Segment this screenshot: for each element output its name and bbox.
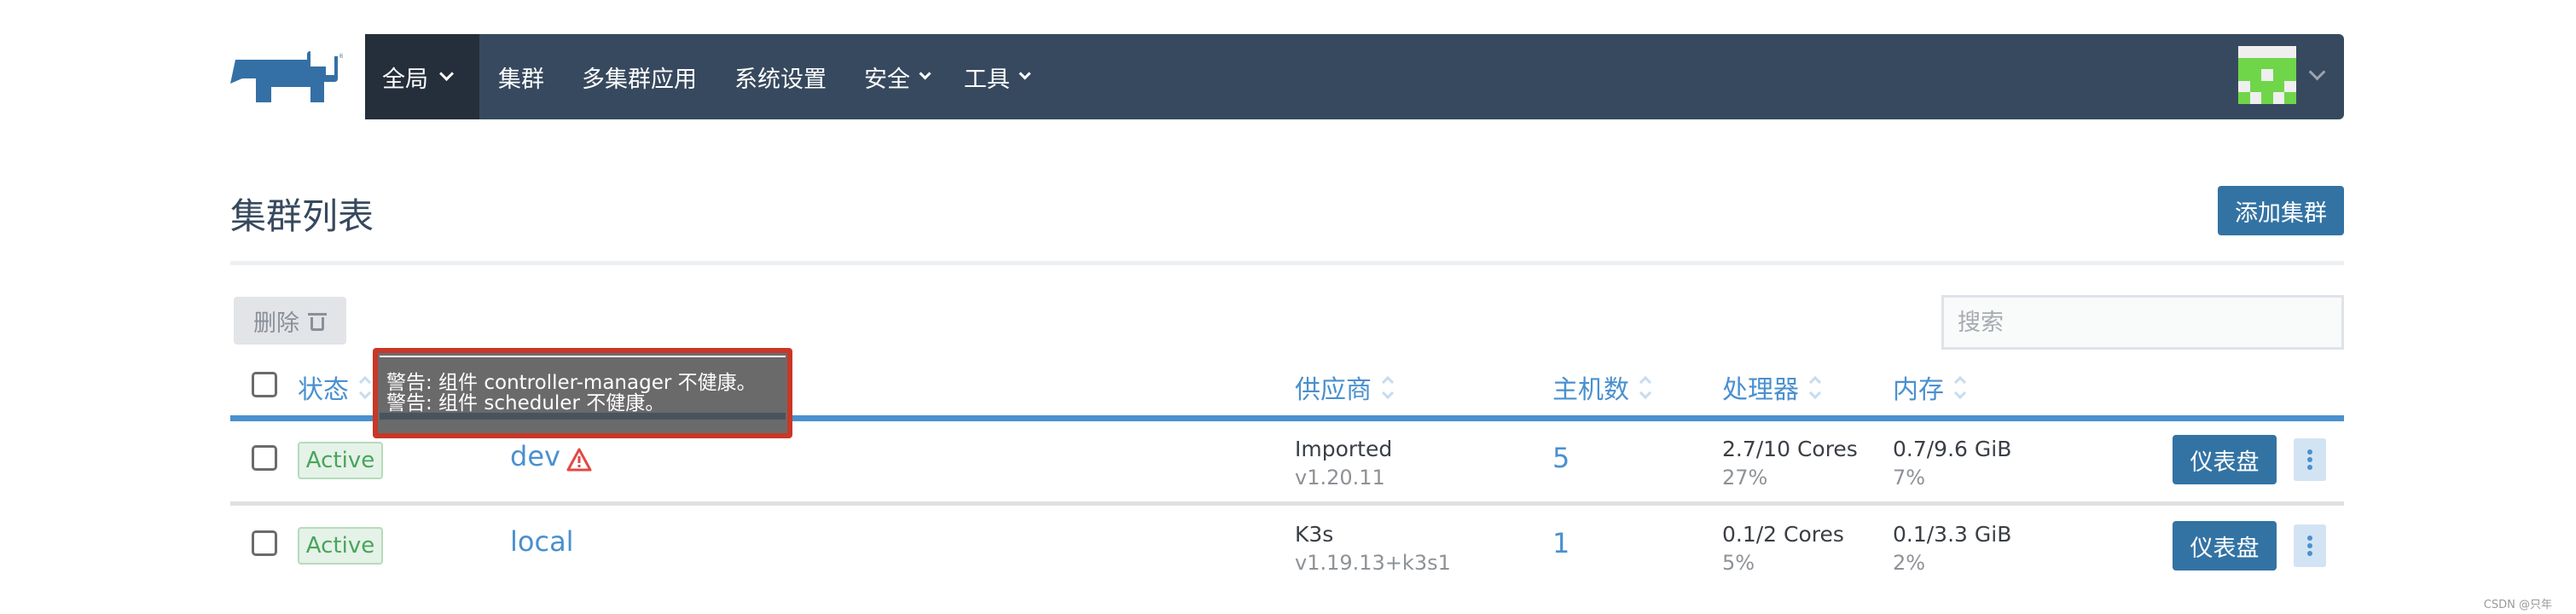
provider: K3s	[1295, 522, 1334, 547]
warning-tooltip: 警告: 组件 controller-manager 不健康。 警告: 组件 sc…	[380, 356, 786, 430]
sort-icon	[1381, 375, 1395, 399]
trash-icon	[308, 310, 327, 331]
nav-tools-label: 工具	[964, 66, 1010, 93]
memory-percent: 2%	[1893, 551, 1926, 575]
nav-global[interactable]: 全局	[365, 34, 479, 119]
avatar[interactable]	[2238, 46, 2296, 104]
sort-icon	[1808, 375, 1822, 399]
nav-settings-label: 系统设置	[734, 66, 827, 93]
nav-tools[interactable]: 工具	[945, 34, 1045, 119]
top-nav: 全局 集群 多集群应用 系统设置 安全 工具	[365, 34, 2344, 119]
status-badge: Active	[298, 527, 383, 565]
column-header-nodes-label: 主机数	[1552, 375, 1629, 405]
svg-text:®: ®	[339, 53, 343, 60]
column-header-state[interactable]: 状态	[298, 368, 372, 406]
cluster-name-link[interactable]: dev	[510, 440, 560, 472]
chevron-down-icon	[1018, 67, 1031, 80]
tooltip-line: 警告: 组件 controller-manager 不健康。	[386, 372, 757, 394]
column-header-provider[interactable]: 供应商	[1295, 368, 1395, 406]
nav-security[interactable]: 安全	[845, 34, 945, 119]
page-title: 集群列表	[230, 195, 374, 237]
sort-icon	[1639, 375, 1652, 399]
chevron-down-icon	[919, 67, 931, 80]
cpu-percent: 27%	[1722, 466, 1768, 489]
tooltip-line: 警告: 组件 scheduler 不健康。	[386, 392, 665, 414]
warning-triangle-icon[interactable]	[566, 448, 592, 472]
dashboard-button[interactable]: 仪表盘	[2173, 521, 2277, 571]
delete-button[interactable]: 删除	[234, 297, 346, 345]
row-checkbox[interactable]	[252, 530, 277, 556]
search-input[interactable]	[1941, 295, 2344, 350]
column-header-memory-label: 内存	[1893, 375, 1944, 405]
watermark: CSDN @只年	[2483, 599, 2552, 611]
sort-icon	[1953, 375, 1967, 399]
more-actions-button[interactable]	[2294, 438, 2326, 481]
status-badge: Active	[298, 442, 383, 479]
column-header-nodes[interactable]: 主机数	[1552, 368, 1652, 406]
nav-clusters[interactable]: 集群	[479, 34, 563, 119]
rancher-logo-icon[interactable]: ®	[230, 49, 343, 106]
column-header-state-label: 状态	[298, 375, 349, 405]
delete-button-label: 删除	[253, 310, 299, 337]
header-divider	[230, 261, 2344, 265]
row-divider	[230, 501, 2344, 506]
dashboard-button[interactable]: 仪表盘	[2173, 435, 2277, 484]
k8s-version: v1.20.11	[1295, 466, 1385, 489]
add-cluster-button[interactable]: 添加集群	[2218, 186, 2344, 235]
row-checkbox[interactable]	[252, 445, 277, 471]
nav-multi-cluster-apps-label: 多集群应用	[582, 66, 697, 93]
nav-multi-cluster-apps[interactable]: 多集群应用	[563, 34, 716, 119]
memory-percent: 7%	[1893, 466, 1926, 489]
node-count-link[interactable]: 5	[1552, 442, 1569, 474]
cluster-name-link[interactable]: local	[510, 525, 574, 558]
nav-settings[interactable]: 系统设置	[716, 34, 845, 119]
column-header-memory[interactable]: 内存	[1893, 368, 1967, 406]
nav-security-label: 安全	[864, 66, 910, 93]
memory-usage: 0.1/3.3 GiB	[1893, 522, 2012, 547]
provider: Imported	[1295, 437, 1393, 461]
more-actions-button[interactable]	[2294, 524, 2326, 567]
chevron-down-icon	[439, 66, 455, 81]
nav-clusters-label: 集群	[498, 66, 544, 93]
memory-usage: 0.7/9.6 GiB	[1893, 437, 2012, 461]
warning-tooltip-highlight: 警告: 组件 controller-manager 不健康。 警告: 组件 sc…	[373, 348, 792, 438]
column-header-cpu[interactable]: 处理器	[1722, 368, 1822, 406]
sort-icon	[358, 375, 372, 399]
kebab-menu-icon	[2307, 536, 2312, 541]
column-header-cpu-label: 处理器	[1722, 375, 1799, 405]
column-header-provider-label: 供应商	[1295, 375, 1372, 405]
chevron-down-icon	[2308, 63, 2326, 81]
cpu-usage: 0.1/2 Cores	[1722, 522, 1844, 547]
cpu-usage: 2.7/10 Cores	[1722, 437, 1858, 461]
kebab-menu-icon	[2307, 449, 2312, 455]
k8s-version: v1.19.13+k3s1	[1295, 551, 1451, 575]
cpu-percent: 5%	[1722, 551, 1755, 575]
node-count-link[interactable]: 1	[1552, 527, 1569, 559]
nav-global-label: 全局	[382, 66, 428, 93]
select-all-checkbox[interactable]	[252, 372, 277, 397]
user-menu[interactable]	[2238, 46, 2326, 104]
